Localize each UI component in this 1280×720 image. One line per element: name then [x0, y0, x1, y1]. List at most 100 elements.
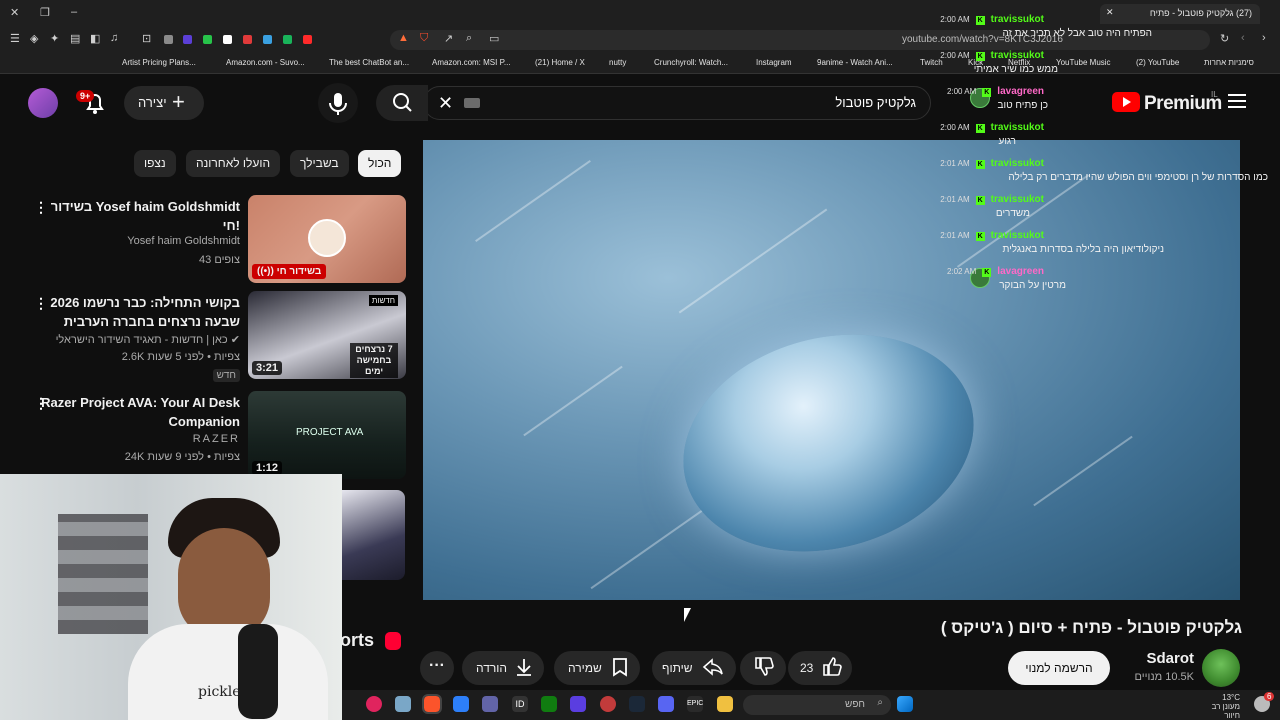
chat-time: 2:00 AM — [946, 87, 977, 96]
acoustic-panel — [58, 514, 148, 634]
chip-watched[interactable]: נצפו — [134, 150, 176, 177]
id-app-icon[interactable]: ID — [512, 696, 528, 712]
minimize-window-icon[interactable]: – — [71, 6, 77, 18]
more-options-icon[interactable]: ⋮ — [34, 199, 48, 216]
planet-orb — [658, 303, 999, 583]
chip-all[interactable]: הכול — [358, 150, 402, 177]
media-app-icon[interactable] — [366, 696, 382, 712]
share-button[interactable]: שיתוף — [652, 651, 736, 685]
bookmark[interactable]: Twitch — [920, 58, 943, 67]
chat-text: ניקולודיאון היה בלילה בסדרות באנגלית — [1002, 244, 1164, 255]
save-button[interactable]: שמירה — [554, 651, 640, 685]
clear-search-icon[interactable]: ✕ — [438, 93, 453, 114]
plus-icon: + — [172, 89, 185, 114]
taskbar-search[interactable]: חפש ⌕ — [743, 695, 891, 715]
like-button[interactable]: 23 — [788, 651, 852, 685]
sidebar-icon[interactable]: ◧ — [90, 32, 100, 45]
share-label: שיתוף — [662, 661, 693, 675]
recommendation-title[interactable]: בשידור Yosef haim Goldshmidt חי! — [40, 197, 240, 235]
dislike-button[interactable] — [740, 651, 786, 685]
recommendation-channel[interactable]: כאן | חדשות - תאגיד השידור הישראלי ✔ — [56, 333, 240, 346]
chat-username: lavagreen — [997, 86, 1044, 97]
menu-icon[interactable]: ☰ — [10, 32, 20, 45]
recommendation-title[interactable]: 2026 בקושי התחילה: כבר נרשמו שבעה נרצחים… — [40, 293, 240, 331]
news-corner-label: חדשות — [368, 295, 398, 306]
extension-icon[interactable] — [263, 35, 272, 44]
zoom-icon[interactable]: ⌕ — [466, 32, 472, 45]
screenshot-icon[interactable]: ▭ — [489, 32, 499, 45]
channel-name[interactable]: Sdarot — [1146, 650, 1194, 667]
xbox-icon[interactable] — [541, 696, 557, 712]
recommendation-item[interactable]: בשידור חי ((•)) בשידור Yosef haim Goldsh… — [30, 195, 406, 283]
download-button[interactable]: הורדה — [462, 651, 544, 685]
chip-for-you[interactable]: בשבילך — [290, 150, 349, 177]
extension-icon[interactable] — [243, 35, 252, 44]
video-thumbnail[interactable]: חדשות 7 נרצחים בחמישה ימים 3:21 — [248, 291, 406, 379]
voice-search-button[interactable] — [318, 83, 358, 123]
create-button[interactable]: יצירה + — [124, 86, 204, 120]
steam-icon[interactable] — [629, 696, 645, 712]
window-icon[interactable]: ⊡ — [142, 32, 151, 45]
chat-text: כמו הסדרות של רן וסטימפי ווים הפולש שהיו… — [1008, 172, 1268, 183]
bookmark[interactable]: Crunchyroll: Watch... — [654, 58, 728, 67]
recommendation-channel[interactable]: Yosef haim Goldshmidt — [127, 235, 240, 247]
more-options-icon[interactable]: ⋮ — [34, 295, 48, 312]
extension-icon[interactable] — [303, 35, 312, 44]
recommendation-item[interactable]: חדשות 7 נרצחים בחמישה ימים 3:21 2026 בקו… — [30, 291, 406, 382]
weather-widget[interactable]: 13°C מעונן רב חיוור — [1200, 693, 1240, 720]
extension-icon[interactable] — [203, 35, 212, 44]
keyboard-icon[interactable] — [464, 98, 480, 108]
bookmark[interactable]: Amazon.com: MSI P... — [432, 58, 511, 67]
chat-time: 2:00 AM — [940, 123, 970, 132]
search-box[interactable]: גלקטיק פוטבול ✕ — [423, 86, 931, 120]
video-thumbnail[interactable]: בשידור חי ((•)) — [248, 195, 406, 283]
bookmark[interactable]: (21) Home / X — [535, 58, 585, 67]
recommendation-channel[interactable]: RAZER — [193, 433, 240, 445]
restore-window-icon[interactable]: ❐ — [40, 6, 50, 19]
share-page-icon[interactable]: ↗ — [444, 32, 453, 45]
epic-games-icon[interactable]: EPIC — [687, 696, 703, 712]
chat-username: travissukot — [990, 14, 1044, 25]
discord-icon[interactable] — [658, 696, 674, 712]
notification-count-badge: 9+ — [76, 90, 95, 102]
music-icon[interactable]: ♫ — [110, 32, 118, 44]
close-window-icon[interactable]: ✕ — [10, 6, 19, 19]
shield-icon[interactable]: ◈ — [30, 32, 38, 45]
account-avatar[interactable] — [28, 88, 58, 118]
extension-icon[interactable] — [283, 35, 292, 44]
video-thumbnail[interactable]: PROJECT AVA 1:12 — [248, 391, 406, 479]
settings-icon[interactable] — [395, 696, 411, 712]
more-options-icon[interactable]: ⋮ — [34, 395, 48, 412]
kick-badge-icon: K — [975, 160, 985, 169]
search-button[interactable] — [376, 85, 428, 121]
extension-icon[interactable] — [164, 35, 173, 44]
app-icon[interactable] — [570, 696, 586, 712]
extensions-icon[interactable]: ✦ — [50, 32, 59, 45]
recommendation-title[interactable]: Razer Project AVA: Your AI Desk Companio… — [40, 393, 240, 431]
subscribe-button[interactable]: הרשמה למנוי — [1008, 651, 1110, 685]
video-thumbnail[interactable] — [342, 490, 405, 580]
recommendation-item[interactable]: PROJECT AVA 1:12 Razer Project AVA: Your… — [30, 391, 406, 479]
bookmark[interactable]: Amazon.com - Suvo... — [226, 58, 305, 67]
bookmark[interactable]: Artist Pricing Plans... — [122, 58, 196, 67]
extension-icon[interactable] — [223, 35, 232, 44]
brave-shield-icon[interactable]: ⛉ — [420, 32, 428, 45]
more-actions-button[interactable]: ··· — [420, 651, 454, 685]
search-input[interactable]: גלקטיק פוטבול — [835, 95, 916, 110]
brave-rewards-icon[interactable]: ▲ — [398, 32, 409, 44]
app-icon[interactable] — [453, 696, 469, 712]
file-explorer-icon[interactable] — [717, 696, 733, 712]
bookmark[interactable]: Instagram — [756, 58, 792, 67]
brave-browser-icon[interactable] — [422, 694, 442, 714]
bookmark[interactable]: 9anime - Watch Ani... — [817, 58, 893, 67]
windows-start-icon[interactable] — [897, 696, 913, 712]
teams-icon[interactable] — [482, 696, 498, 712]
bookmark[interactable]: nutty — [609, 58, 626, 67]
channel-avatar[interactable] — [1202, 649, 1240, 687]
chrome-icon[interactable] — [600, 696, 616, 712]
extension-icon[interactable] — [183, 35, 192, 44]
history-icon[interactable]: ▤ — [70, 32, 80, 45]
bookmark[interactable]: The best ChatBot an... — [329, 58, 409, 67]
chip-recently-uploaded[interactable]: הועלו לאחרונה — [186, 150, 281, 177]
chat-message: 2:00 AM Ktravissukot הפתיח היה טוב אבל לא… — [940, 14, 1280, 44]
